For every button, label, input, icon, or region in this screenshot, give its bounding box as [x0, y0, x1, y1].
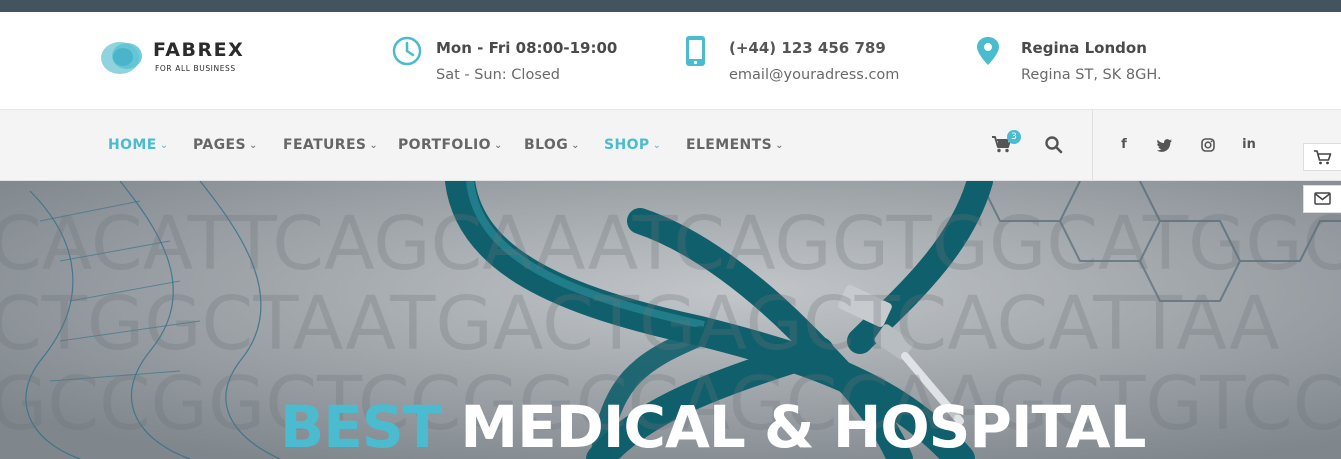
main-nav: HOME ⌄ PAGES ⌄ FEATURES ⌄ PORTFOLIO ⌄ BLOG ⌄ …: [0, 110, 1341, 181]
nav-elements[interactable]: ELEMENTS ⌄: [686, 137, 784, 153]
nav-blog-label: BLOG: [524, 137, 569, 153]
twitter-icon[interactable]: [1157, 137, 1173, 153]
hero-title: BEST MEDICAL & HOSPITAL: [280, 393, 1146, 459]
chevron-down-icon: ⌄: [652, 140, 662, 151]
facebook-icon[interactable]: f: [1116, 137, 1132, 153]
nav-home-label: HOME: [108, 137, 157, 153]
nav-home[interactable]: HOME ⌄: [108, 137, 169, 153]
instagram-icon[interactable]: [1200, 137, 1216, 153]
hero-banner: CACATTCAGCAAATCAGGTGGCATGGCCAGA CTGGCTAA…: [0, 181, 1341, 459]
nav-shop[interactable]: SHOP ⌄: [604, 137, 661, 153]
hero-title-rest: MEDICAL & HOSPITAL: [460, 393, 1146, 459]
hero-watermark-row: CACATTCAGCAAATCAGGTGGCATGGCCAGA: [0, 201, 1341, 287]
nav-portfolio-label: PORTFOLIO: [398, 137, 491, 153]
header: FABREX FOR ALL BUSINESS Mon - Fri 08:00-…: [0, 12, 1341, 110]
chevron-down-icon: ⌄: [159, 140, 169, 151]
nav-pages[interactable]: PAGES ⌄: [193, 137, 258, 153]
nav-divider: [1092, 110, 1093, 180]
logo-tagline: FOR ALL BUSINESS: [155, 64, 236, 73]
contact-info: (+44) 123 456 789 email@youradress.com: [685, 36, 925, 92]
hours-weekend: Sat - Sun: Closed: [436, 67, 561, 83]
location-info: Regina London Regina ST, SK 8GH.: [977, 36, 1187, 92]
side-cart-button[interactable]: [1303, 143, 1341, 171]
phone-number[interactable]: (+44) 123 456 789: [729, 39, 886, 57]
linkedin-icon[interactable]: in: [1241, 137, 1257, 153]
nav-features-label: FEATURES: [283, 137, 367, 153]
nav-portfolio[interactable]: PORTFOLIO ⌄: [398, 137, 503, 153]
nav-elements-label: ELEMENTS: [686, 137, 773, 153]
location-pin-icon: [977, 37, 999, 65]
email-address[interactable]: email@youradress.com: [729, 67, 899, 83]
nav-blog[interactable]: BLOG ⌄: [524, 137, 580, 153]
hours-weekdays: Mon - Fri 08:00-19:00: [436, 39, 618, 57]
logo-name: FABREX: [153, 39, 245, 61]
location-name: Regina London: [1021, 39, 1147, 57]
chevron-down-icon: ⌄: [493, 140, 503, 151]
nav-features[interactable]: FEATURES ⌄: [283, 137, 378, 153]
chevron-down-icon: ⌄: [248, 140, 258, 151]
hero-title-accent: BEST: [280, 393, 442, 459]
chevron-down-icon: ⌄: [369, 140, 379, 151]
nav-pages-label: PAGES: [193, 137, 246, 153]
phone-icon: [686, 36, 705, 66]
search-icon[interactable]: [1045, 136, 1063, 154]
logo-mark-icon: [101, 42, 142, 74]
top-bar: [0, 0, 1341, 12]
nav-shop-label: SHOP: [604, 137, 650, 153]
location-address: Regina ST, SK 8GH.: [1021, 67, 1162, 83]
cart-icon: [1314, 150, 1332, 165]
mail-icon: [1314, 192, 1331, 205]
clock-icon: [392, 36, 422, 66]
cart-count-badge: 3: [1007, 130, 1021, 144]
hours-info: Mon - Fri 08:00-19:00 Sat - Sun: Closed: [392, 36, 632, 92]
chevron-down-icon: ⌄: [571, 140, 580, 151]
chevron-down-icon: ⌄: [775, 140, 784, 151]
side-mail-button[interactable]: [1303, 185, 1341, 213]
logo[interactable]: FABREX FOR ALL BUSINESS: [100, 36, 300, 80]
hero-watermark-row: CTGGCTAATGACTGAGCTCACATTAA: [0, 281, 1280, 367]
